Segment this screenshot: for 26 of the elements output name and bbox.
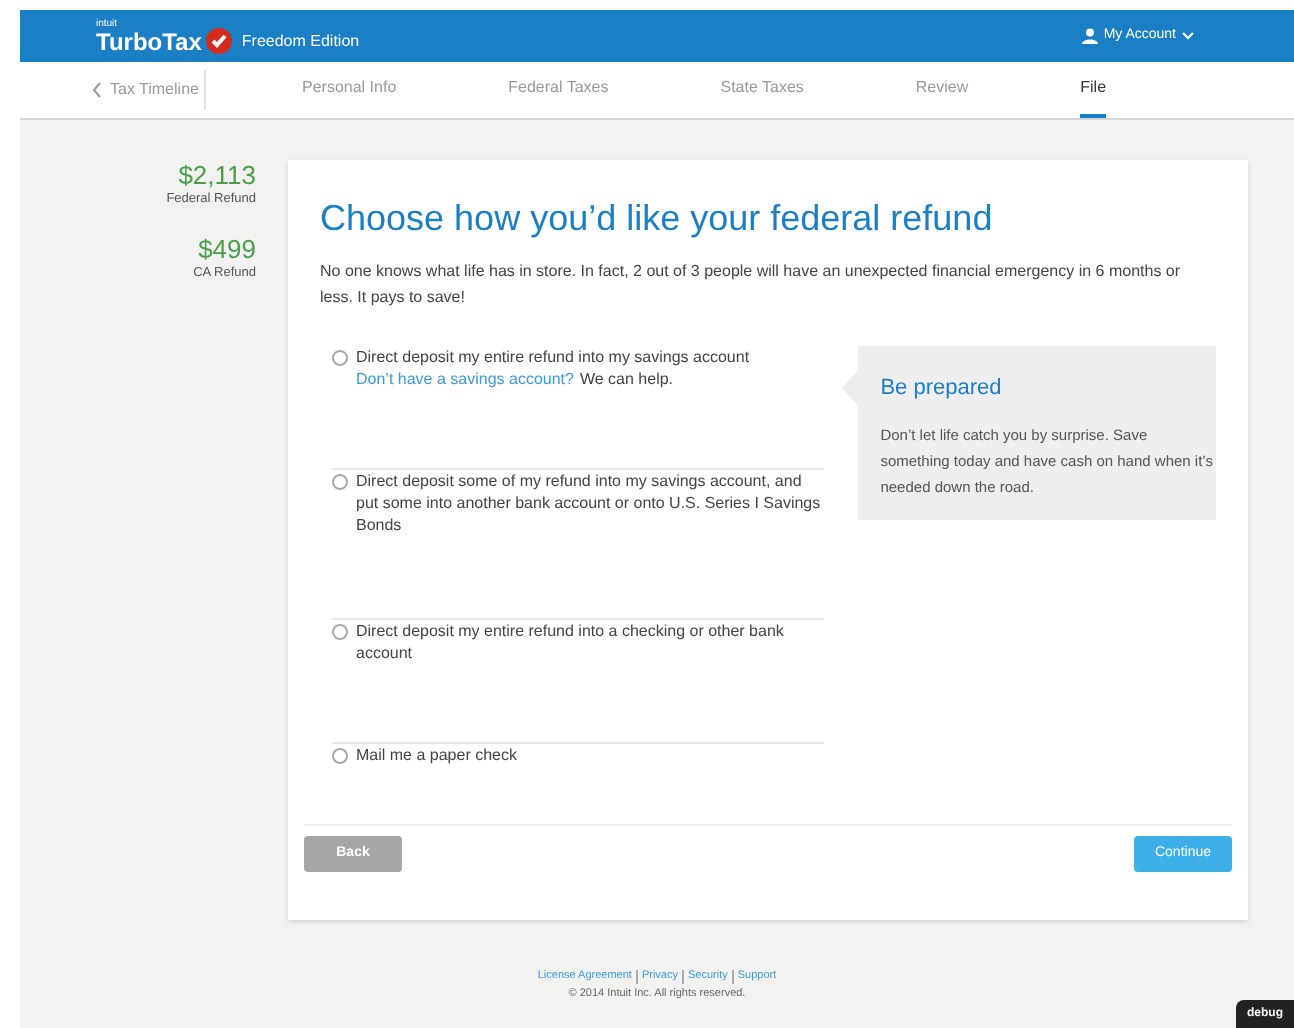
user-icon [1081, 28, 1098, 44]
refund-amount: $2,113 [178, 160, 256, 190]
option-label: Direct deposit my entire refund into a checking or other bank account [356, 620, 786, 664]
edition-label: Freedom Edition [241, 29, 360, 53]
nav-tab[interactable]: Federal Taxes [508, 62, 609, 118]
option-label: Direct deposit my entire refund into my savings account [356, 346, 750, 368]
chevron-down-icon [1182, 32, 1194, 40]
chevron-left-icon [92, 82, 102, 98]
back-link[interactable]: Tax Timeline [92, 78, 199, 102]
intro-text: No one knows what life has in store. In fact, 2 out of 3 people will have an unexpected financial emergency in 6 months or less. It pays to save! [320, 260, 1183, 310]
savings-link[interactable]: Don’t have a savings account? [356, 368, 574, 390]
help-text: We can help. [579, 368, 674, 390]
radio-button[interactable] [332, 624, 348, 640]
radio-button[interactable] [332, 350, 348, 366]
option-label: Mail me a paper check [356, 744, 517, 766]
radio-button[interactable] [332, 474, 348, 490]
radio-button[interactable] [332, 748, 348, 764]
option-label: Direct deposit some of my refund into my savings account, and put some into another bank account or onto U.S. Series I Savings Bonds [356, 470, 823, 536]
page-title: Choose how you’d like your federal refund [320, 196, 995, 242]
check-icon [205, 27, 232, 53]
refund-amount: $499 [198, 233, 256, 264]
nav-tab[interactable]: Review [915, 62, 969, 118]
nav-tab[interactable]: Personal Info [302, 62, 397, 118]
tip-title: Be prepared [880, 374, 1004, 404]
nav-tab[interactable]: State Taxes [720, 62, 804, 118]
brand-logo: TurboTax [96, 29, 202, 53]
